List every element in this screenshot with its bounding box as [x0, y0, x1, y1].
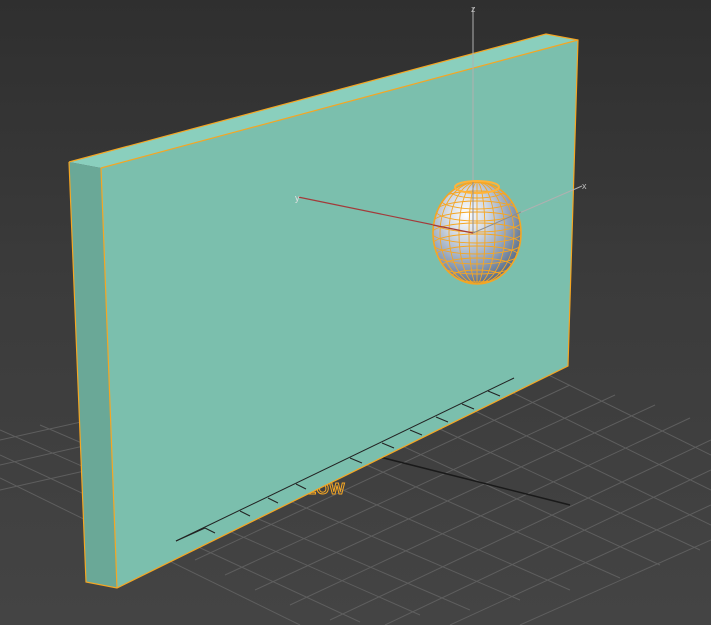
sphere-object[interactable]	[432, 180, 522, 285]
ground-axis-lines	[359, 451, 571, 506]
3d-viewport[interactable]: FLOW z y x	[0, 0, 711, 625]
panel-front-face[interactable]	[101, 40, 578, 588]
viewport-scene[interactable]: FLOW z y x	[0, 0, 711, 625]
gizmo-x-label: x	[582, 181, 587, 191]
box-panel-object[interactable]	[68, 33, 579, 589]
gizmo-z-label: z	[471, 4, 476, 14]
gizmo-y-label: y	[295, 193, 300, 203]
